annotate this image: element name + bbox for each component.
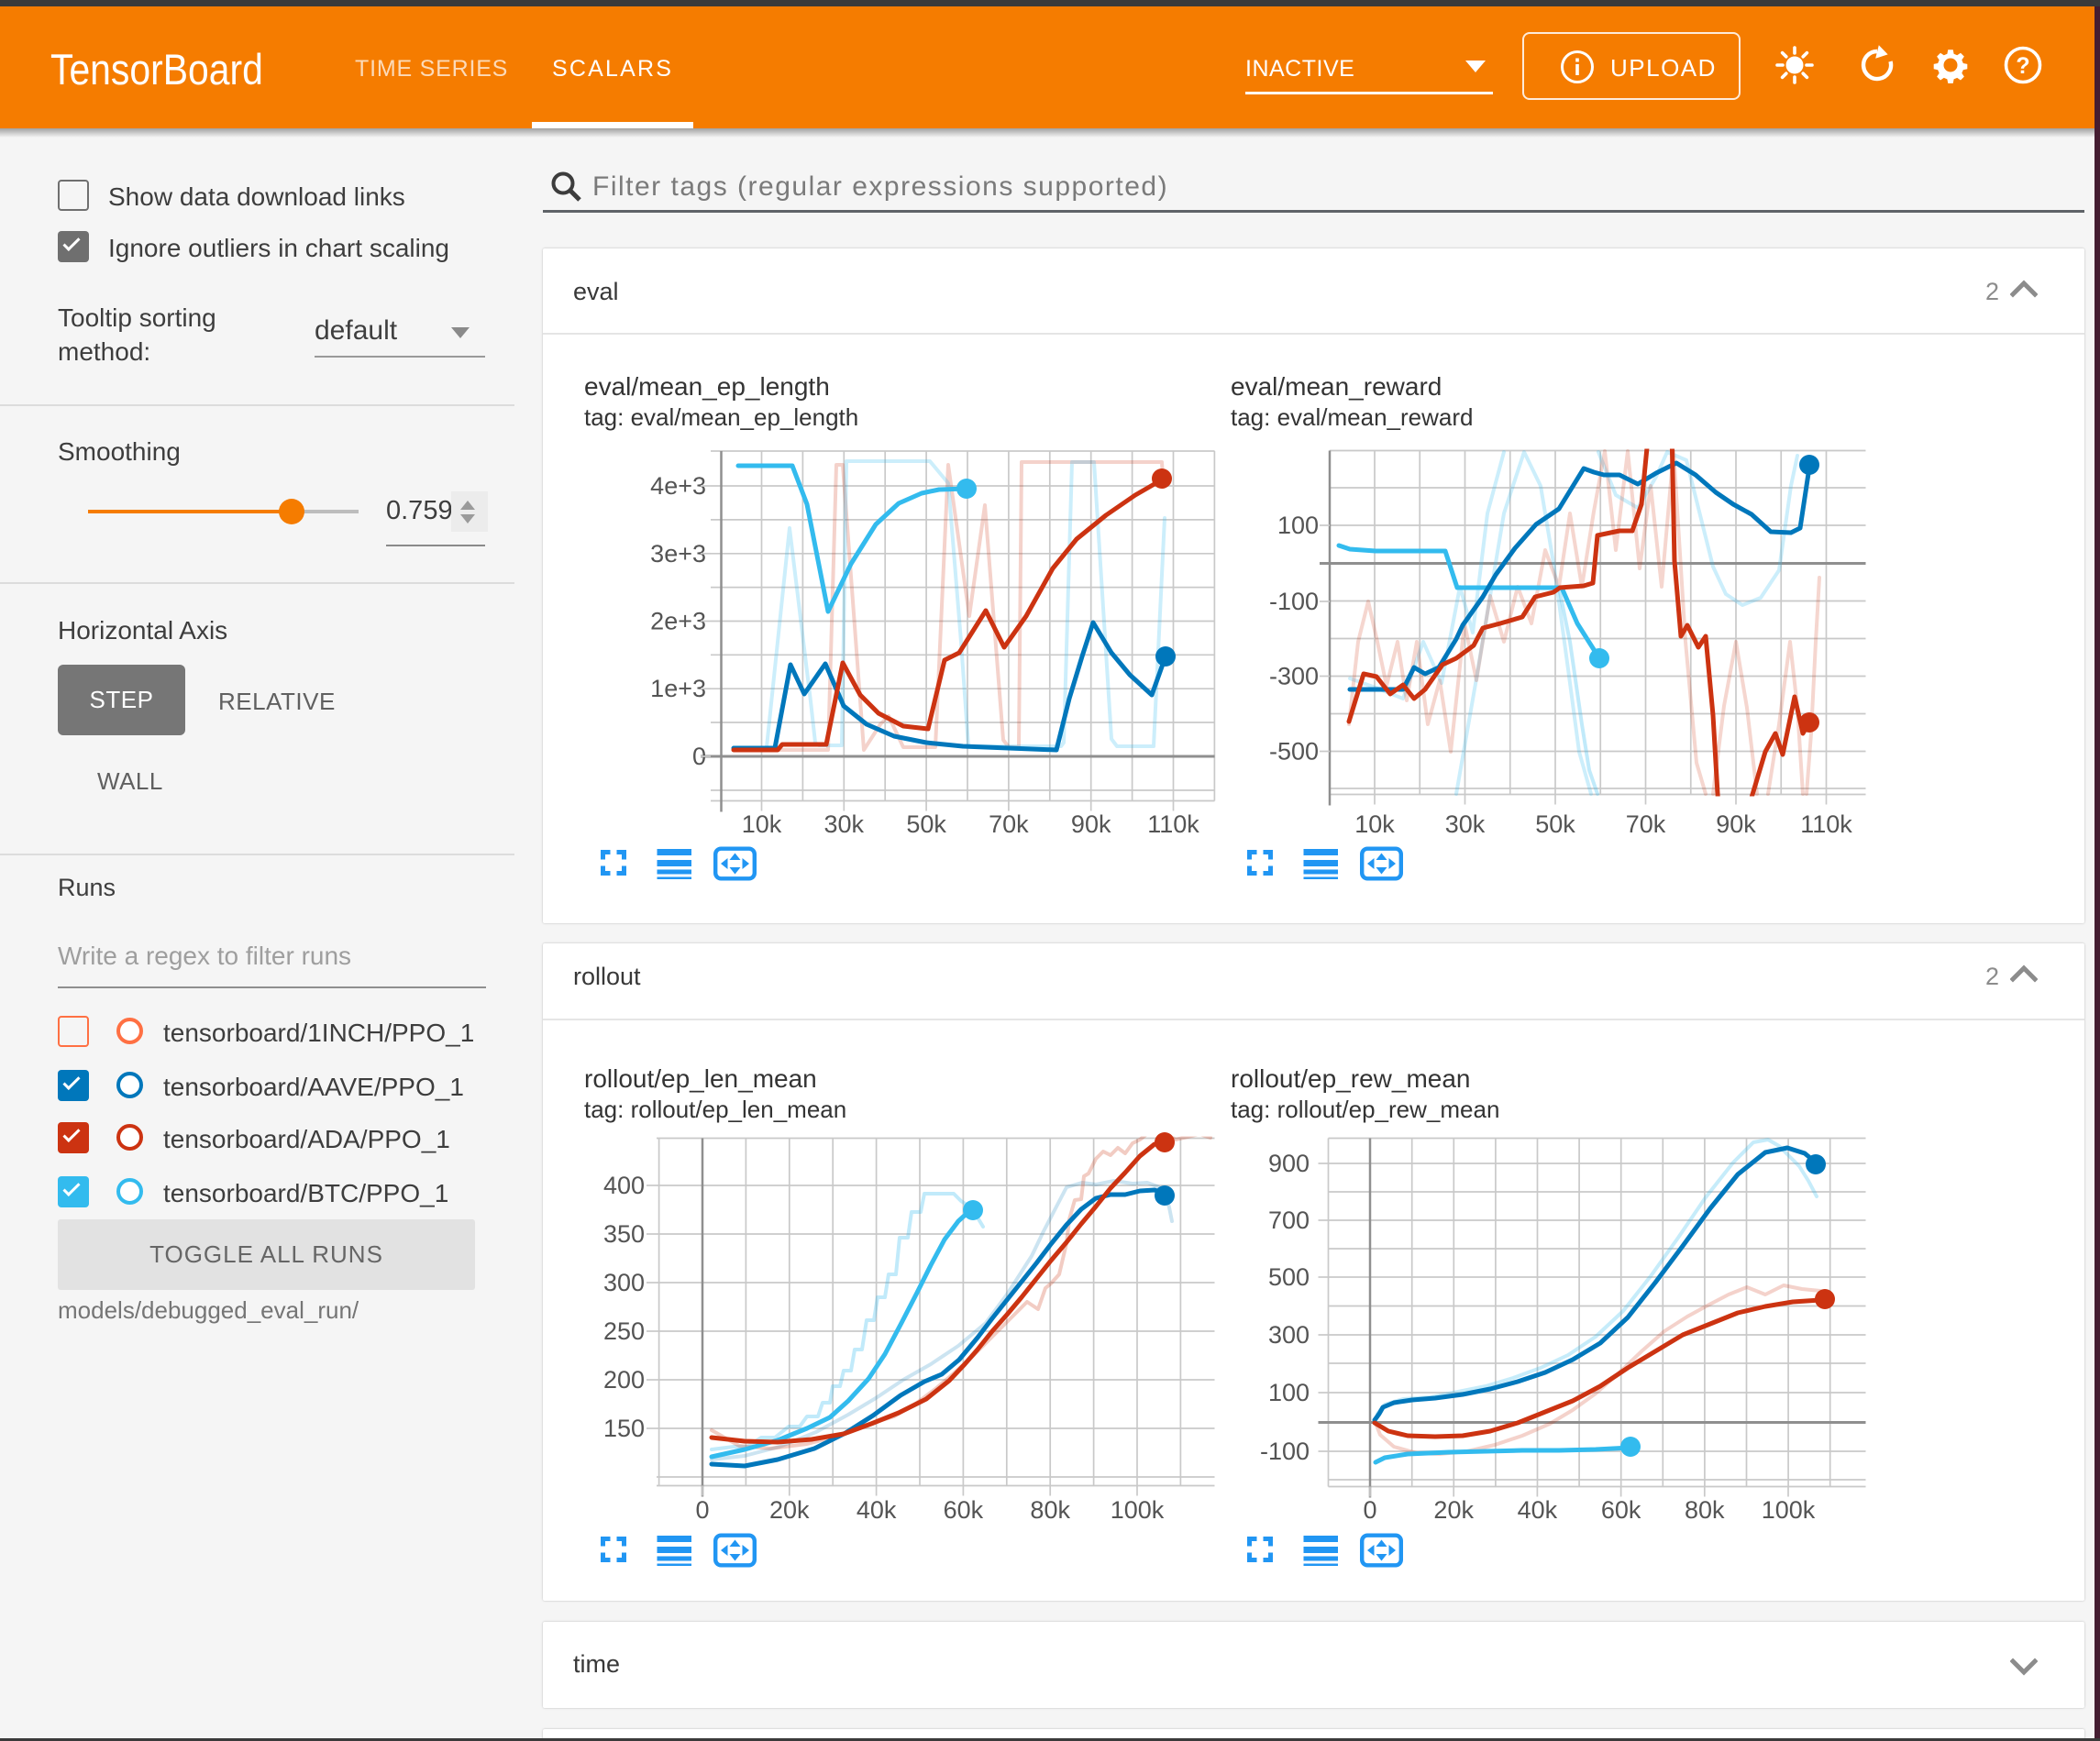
svg-text:110k: 110k [1147, 810, 1199, 838]
svg-text:2e+3: 2e+3 [650, 608, 706, 635]
svg-text:100k: 100k [1762, 1496, 1816, 1524]
svg-text:60k: 60k [944, 1496, 984, 1524]
svg-text:80k: 80k [1685, 1496, 1725, 1524]
svg-text:50k: 50k [1535, 810, 1575, 838]
svg-text:-100: -100 [1260, 1438, 1310, 1465]
svg-text:-100: -100 [1269, 588, 1319, 615]
svg-text:20k: 20k [1433, 1496, 1474, 1524]
svg-text:250: 250 [603, 1317, 645, 1345]
svg-text:0: 0 [1363, 1496, 1376, 1524]
svg-text:110k: 110k [1800, 810, 1852, 838]
svg-text:300: 300 [1268, 1321, 1310, 1349]
svg-text:90k: 90k [1071, 810, 1111, 838]
svg-text:80k: 80k [1030, 1496, 1070, 1524]
svg-text:100: 100 [1277, 512, 1319, 539]
svg-text:20k: 20k [769, 1496, 810, 1524]
svg-text:400: 400 [603, 1172, 645, 1199]
svg-text:900: 900 [1268, 1150, 1310, 1177]
svg-text:350: 350 [603, 1220, 645, 1248]
svg-text:4e+3: 4e+3 [650, 472, 706, 500]
svg-text:70k: 70k [989, 810, 1029, 838]
svg-text:200: 200 [603, 1366, 645, 1394]
svg-text:40k: 40k [857, 1496, 897, 1524]
svg-text:0: 0 [695, 1496, 709, 1524]
svg-text:3e+3: 3e+3 [650, 540, 706, 567]
svg-text:60k: 60k [1601, 1496, 1641, 1524]
svg-text:10k: 10k [1354, 810, 1395, 838]
svg-text:100k: 100k [1111, 1496, 1165, 1524]
svg-text:-300: -300 [1269, 663, 1319, 690]
svg-text:50k: 50k [906, 810, 946, 838]
svg-text:40k: 40k [1518, 1496, 1558, 1524]
svg-text:-500: -500 [1269, 738, 1319, 766]
svg-text:100: 100 [1268, 1379, 1310, 1406]
svg-text:30k: 30k [1445, 810, 1486, 838]
svg-text:700: 700 [1268, 1207, 1310, 1234]
svg-text:300: 300 [603, 1269, 645, 1296]
svg-text:1e+3: 1e+3 [650, 675, 706, 702]
svg-text:70k: 70k [1626, 810, 1666, 838]
svg-text:90k: 90k [1716, 810, 1756, 838]
svg-text:500: 500 [1268, 1263, 1310, 1291]
svg-text:150: 150 [603, 1415, 645, 1442]
svg-text:10k: 10k [742, 810, 782, 838]
svg-text:30k: 30k [824, 810, 865, 838]
